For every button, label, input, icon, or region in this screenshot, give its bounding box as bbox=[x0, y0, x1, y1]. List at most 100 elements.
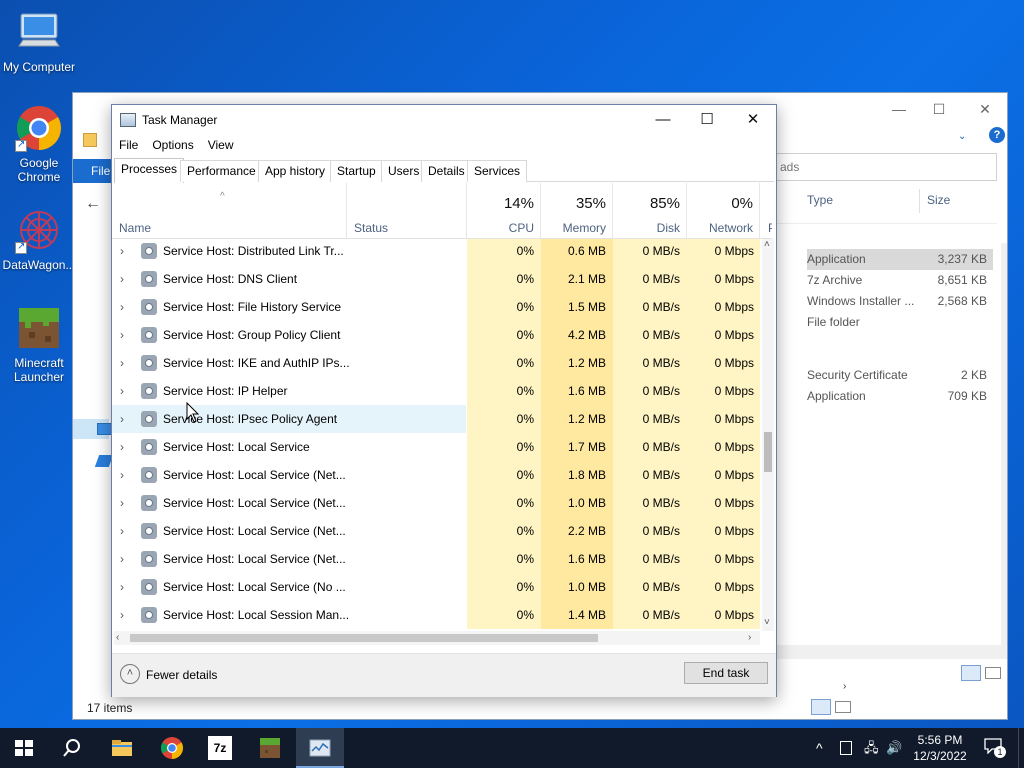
scroll-up-arrow[interactable]: ˄ bbox=[764, 239, 770, 251]
table-row[interactable]: › Service Host: IPsec Policy Agent 0% 1.2 M… bbox=[112, 405, 762, 433]
expand-chevron-icon[interactable]: › bbox=[120, 377, 130, 405]
start-button[interactable] bbox=[0, 728, 48, 768]
desktop-icon-my-computer[interactable]: My Computer bbox=[0, 8, 78, 74]
list-item[interactable]: Windows Installer ... 2,568 KB bbox=[807, 291, 993, 312]
menu-file[interactable]: File bbox=[112, 135, 145, 155]
process-list-hscrollbar[interactable]: ‹ › bbox=[114, 631, 760, 645]
column-network[interactable]: 0% Network bbox=[687, 183, 760, 239]
column-memory[interactable]: 35% Memory bbox=[541, 183, 613, 239]
maximize-icon[interactable]: ☐ bbox=[919, 97, 959, 121]
show-desktop-button[interactable] bbox=[1018, 728, 1024, 768]
table-row[interactable]: › Service Host: Local Service (Net... 0% 1.… bbox=[112, 489, 762, 517]
table-row[interactable]: › Service Host: Local Service 0% 1.7 MB 0 MB… bbox=[112, 433, 762, 461]
task-manager-window[interactable]: Task Manager — ☐ ✕ File Options View Proce… bbox=[111, 104, 777, 697]
table-row[interactable]: › Service Host: Local Session Man... 0% 1.4… bbox=[112, 601, 762, 629]
table-row[interactable]: › Service Host: IP Helper 0% 1.6 MB 0 MB/s 0 … bbox=[112, 377, 762, 405]
desktop-icon-datawagon[interactable]: DataWagon... bbox=[0, 206, 78, 272]
list-item[interactable]: Application 709 KB bbox=[807, 386, 993, 407]
desktop-icon-chrome[interactable]: Google Chrome bbox=[0, 104, 78, 184]
expand-chevron-icon[interactable]: › bbox=[120, 517, 130, 545]
back-arrow-icon[interactable]: ← bbox=[85, 195, 101, 213]
explorer-file-tab[interactable]: File bbox=[73, 159, 113, 183]
tray-device-icon[interactable] bbox=[840, 741, 852, 755]
large-icons-view-icon[interactable] bbox=[835, 701, 851, 713]
expand-chevron-icon[interactable]: › bbox=[120, 239, 130, 265]
notification-center[interactable]: 1 bbox=[984, 738, 1006, 758]
expand-chevron-icon[interactable]: › bbox=[120, 321, 130, 349]
close-icon[interactable]: ✕ bbox=[965, 97, 1005, 121]
column-status[interactable]: Status bbox=[347, 183, 467, 239]
expand-chevron-icon[interactable]: › bbox=[120, 433, 130, 461]
column-type[interactable]: Type bbox=[807, 193, 833, 207]
scrollbar-thumb[interactable] bbox=[130, 634, 598, 642]
menu-options[interactable]: Options bbox=[145, 135, 200, 155]
table-row[interactable]: › Service Host: File History Service 0% 1.5… bbox=[112, 293, 762, 321]
column-power[interactable]: P bbox=[760, 183, 772, 239]
taskbar-file-explorer[interactable] bbox=[98, 728, 146, 768]
tab-startup[interactable]: Startup bbox=[330, 160, 383, 182]
minimize-button[interactable]: — bbox=[640, 105, 686, 135]
tab-performance[interactable]: Performance bbox=[180, 160, 263, 182]
tab-users[interactable]: Users bbox=[381, 160, 427, 182]
table-row[interactable]: › Service Host: Local Service (Net... 0% 1.… bbox=[112, 545, 762, 573]
tab-processes[interactable]: Processes bbox=[114, 158, 185, 183]
help-icon[interactable]: ? bbox=[989, 127, 1005, 143]
taskbar-7zip[interactable]: 7z bbox=[196, 728, 244, 768]
explorer-scrollbar[interactable] bbox=[1001, 243, 1007, 653]
expand-chevron-icon[interactable]: › bbox=[120, 573, 130, 601]
details-view-icon[interactable] bbox=[811, 699, 831, 715]
explorer-search-input[interactable]: ads bbox=[773, 153, 997, 181]
minimize-icon[interactable]: — bbox=[879, 97, 919, 121]
table-row[interactable]: › Service Host: DNS Client 0% 2.1 MB 0 MB/s 0… bbox=[112, 265, 762, 293]
scrollbar-thumb[interactable] bbox=[764, 432, 772, 472]
expand-chevron-icon[interactable]: › bbox=[120, 349, 130, 377]
list-item[interactable]: Application 3,237 KB bbox=[807, 249, 993, 270]
tab-details[interactable]: Details bbox=[421, 160, 472, 182]
maximize-button[interactable]: ☐ bbox=[684, 105, 730, 135]
column-cpu[interactable]: 14% CPU bbox=[467, 183, 541, 239]
expand-chevron-icon[interactable]: › bbox=[120, 461, 130, 489]
expand-chevron-icon[interactable]: › bbox=[120, 545, 130, 573]
menu-view[interactable]: View bbox=[201, 135, 241, 155]
expand-chevron-icon[interactable]: › bbox=[120, 489, 130, 517]
table-row[interactable]: › Service Host: Local Service (No ... 0% 1.… bbox=[112, 573, 762, 601]
table-row[interactable]: › Service Host: Distributed Link Tr... 0% 0… bbox=[112, 239, 762, 265]
volume-icon[interactable]: 🔊 bbox=[886, 728, 902, 768]
chevron-up-icon[interactable]: ^ bbox=[816, 728, 823, 768]
column-disk[interactable]: 85% Disk bbox=[613, 183, 687, 239]
explorer-hscrollbar[interactable] bbox=[773, 645, 1007, 659]
taskbar-minecraft[interactable] bbox=[246, 728, 294, 768]
taskbar-clock[interactable]: 5:56 PM 12/3/2022 bbox=[904, 732, 976, 764]
close-button[interactable]: ✕ bbox=[730, 105, 776, 135]
list-item[interactable]: Security Certificate 2 KB bbox=[807, 365, 993, 386]
scroll-right-arrow[interactable]: › bbox=[843, 681, 846, 692]
taskbar-task-manager[interactable] bbox=[296, 728, 344, 768]
chevron-down-icon[interactable]: ⌄ bbox=[958, 131, 966, 142]
column-name[interactable]: Name bbox=[112, 183, 347, 239]
scroll-left-arrow[interactable]: ‹ bbox=[116, 632, 119, 644]
list-item[interactable]: 7z Archive 8,651 KB bbox=[807, 270, 993, 291]
search-button[interactable] bbox=[48, 728, 96, 768]
scroll-down-arrow[interactable]: ˅ bbox=[764, 617, 770, 629]
table-row[interactable]: › Service Host: Local Service (Net... 0% 1.… bbox=[112, 461, 762, 489]
column-size[interactable]: Size bbox=[927, 193, 950, 207]
table-row[interactable]: › Service Host: Local Service (Net... 0% 2.… bbox=[112, 517, 762, 545]
end-task-button[interactable]: End task bbox=[684, 662, 768, 684]
process-list-vscrollbar[interactable]: ˄ ˅ bbox=[762, 239, 774, 631]
details-view-icon[interactable] bbox=[961, 665, 981, 681]
tab-app-history[interactable]: App history bbox=[258, 160, 333, 182]
expand-chevron-icon[interactable]: › bbox=[120, 601, 130, 629]
desktop-icon-minecraft[interactable]: Minecraft Launcher bbox=[0, 304, 78, 384]
expand-chevron-icon[interactable]: › bbox=[120, 405, 130, 433]
expand-chevron-icon[interactable]: › bbox=[120, 265, 130, 293]
list-item[interactable]: File folder bbox=[807, 312, 993, 333]
table-row[interactable]: › Service Host: IKE and AuthIP IPs... 0% 1.… bbox=[112, 349, 762, 377]
chevron-up-icon[interactable]: ˄ bbox=[120, 664, 140, 684]
large-icons-view-icon[interactable] bbox=[985, 667, 1001, 679]
table-row[interactable]: › Service Host: Group Policy Client 0% 4.2 … bbox=[112, 321, 762, 349]
scroll-right-arrow[interactable]: › bbox=[748, 632, 751, 644]
fewer-details-link[interactable]: Fewer details bbox=[146, 668, 217, 682]
taskbar-chrome[interactable] bbox=[148, 728, 196, 768]
expand-chevron-icon[interactable]: › bbox=[120, 293, 130, 321]
tab-services[interactable]: Services bbox=[467, 160, 528, 182]
